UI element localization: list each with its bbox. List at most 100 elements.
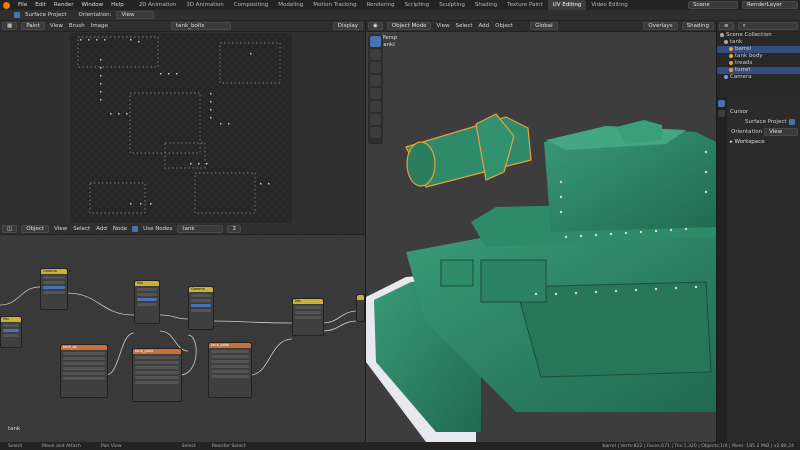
outliner-item-tank[interactable]: tank — [717, 39, 800, 46]
menu-node[interactable]: Node — [110, 226, 130, 232]
node-tree-type-dropdown[interactable]: Object — [21, 225, 50, 233]
outliner-item-scene-collection[interactable]: Scene Collection — [717, 32, 800, 39]
properties-orientation-label: Orientation — [731, 129, 763, 135]
outliner-item-barrel[interactable]: barrel — [717, 46, 800, 53]
tab-scripting[interactable]: Scripting — [400, 0, 434, 10]
render-tab-icon[interactable] — [718, 110, 725, 117]
status-bar: Select Move and Attach Pan View Select R… — [0, 442, 800, 450]
transform-icon[interactable] — [370, 101, 381, 112]
orientation-dropdown[interactable]: View — [116, 11, 155, 19]
outliner[interactable]: ≡ ⌕ Scene Collection tank barrel tank bo… — [717, 21, 800, 97]
node-image-texture-bolts[interactable]: tank_bolts — [208, 342, 252, 398]
menu-help[interactable]: Help — [107, 2, 128, 8]
outliner-header: ≡ ⌕ — [717, 21, 800, 32]
tab-modeling[interactable]: Modeling — [273, 0, 308, 10]
tab-uv-editing[interactable]: UV Editing — [547, 0, 587, 10]
menu-view[interactable]: View — [51, 226, 70, 232]
top-menu-bar: File Edit Render Window Help 2D Animatio… — [0, 0, 800, 10]
node-multiply[interactable]: Mix — [134, 280, 160, 324]
menu-select[interactable]: Select — [70, 226, 93, 232]
annotate-icon[interactable] — [370, 114, 381, 125]
menu-brush[interactable]: Brush — [66, 23, 88, 29]
outliner-item-camera[interactable]: Camera — [717, 74, 800, 81]
workspace-panel-header[interactable]: ▸ Workspace — [730, 139, 765, 145]
menu-file[interactable]: File — [14, 2, 31, 8]
menu-object[interactable]: Object — [492, 23, 516, 29]
node-tree-name-label: tank — [8, 426, 21, 432]
display-dropdown[interactable]: Display — [332, 22, 363, 30]
viewport-type-icon[interactable]: ◉ — [368, 22, 383, 30]
overlays-dropdown[interactable]: Overlays — [643, 22, 678, 30]
outliner-item-treads[interactable]: treads — [717, 60, 800, 67]
tab-2d-animation[interactable]: 2D Animation — [134, 0, 182, 10]
tool-tab-icon[interactable] — [718, 100, 725, 107]
tab-video-editing[interactable]: Video Editing — [586, 0, 632, 10]
image-editor[interactable]: ▦ Paint View Brush Image tank_bolts Disp… — [0, 21, 365, 224]
node-image-texture-paint[interactable]: tank_paint — [132, 348, 182, 402]
status-select-hint: Select — [8, 443, 23, 449]
surface-project-checkbox[interactable] — [14, 12, 20, 18]
use-nodes-checkbox[interactable] — [132, 226, 139, 232]
view-layer-selector[interactable]: RenderLayer — [742, 1, 798, 9]
area-divider-right[interactable] — [716, 21, 717, 442]
move-icon[interactable] — [370, 62, 381, 73]
measure-icon[interactable] — [370, 127, 381, 138]
node-mix-left[interactable]: Mix — [0, 316, 22, 348]
use-nodes-label: Use Nodes — [143, 226, 173, 232]
shading-dropdown[interactable]: Shading — [681, 22, 714, 30]
properties-editor[interactable]: Cursor Surface Project Orientation View … — [717, 97, 800, 442]
cursor-icon[interactable] — [370, 49, 381, 60]
select-box-icon[interactable] — [370, 36, 381, 47]
properties-surface-project-checkbox[interactable] — [788, 119, 795, 125]
menu-render[interactable]: Render — [50, 2, 78, 8]
node-mix-final[interactable]: Mix — [292, 298, 324, 336]
side-box-right — [480, 259, 547, 303]
properties-tabs — [717, 97, 727, 442]
blender-logo-icon[interactable] — [3, 1, 10, 9]
tank-model-render — [366, 113, 716, 442]
tab-texture-paint[interactable]: Texture Paint — [502, 0, 548, 10]
scale-icon[interactable] — [370, 88, 381, 99]
menu-edit[interactable]: Edit — [31, 2, 50, 8]
rotate-icon[interactable] — [370, 75, 381, 86]
menu-image[interactable]: Image — [88, 23, 111, 29]
properties-orientation-row: Orientation View — [731, 128, 800, 136]
tab-3d-animation[interactable]: 3D Animation — [181, 0, 229, 10]
tab-motion-tracking[interactable]: Motion Tracking — [308, 0, 361, 10]
tab-compositing[interactable]: Compositing — [229, 0, 273, 10]
node-gamma-2[interactable]: Gamma — [188, 286, 214, 330]
tab-sculpting[interactable]: Sculpting — [434, 0, 470, 10]
node-output-partial[interactable] — [356, 294, 365, 322]
material-selector[interactable]: tank — [177, 225, 224, 233]
properties-title: Cursor — [730, 109, 749, 115]
tab-rendering[interactable]: Rendering — [362, 0, 400, 10]
menu-select[interactable]: Select — [453, 23, 476, 29]
image-mode-dropdown[interactable]: Paint — [21, 22, 45, 30]
properties-orientation-dropdown[interactable]: View — [764, 128, 799, 136]
node-image-texture-ao[interactable]: tank_ao — [60, 344, 108, 398]
3d-viewport[interactable]: ◉ Object Mode View Select Add Object Glo… — [366, 21, 716, 442]
node-editor-type-icon[interactable]: ◫ — [2, 225, 18, 233]
transform-orientation-dropdown[interactable]: Global — [530, 22, 558, 30]
object-mode-dropdown[interactable]: Object Mode — [386, 22, 432, 30]
menu-add[interactable]: Add — [93, 226, 110, 232]
outliner-search-input[interactable]: ⌕ — [737, 22, 798, 30]
area-divider-vertical[interactable] — [365, 21, 366, 442]
menu-view[interactable]: View — [47, 23, 66, 29]
node-gamma[interactable]: Gamma — [40, 268, 68, 310]
outliner-item-turret[interactable]: turret — [717, 67, 800, 74]
material-users-count[interactable]: 3 — [227, 225, 241, 233]
tab-shading[interactable]: Shading — [470, 0, 502, 10]
outliner-type-icon[interactable]: ≡ — [719, 22, 734, 30]
scene-selector[interactable]: Scene — [688, 1, 738, 9]
menu-add[interactable]: Add — [476, 23, 493, 29]
bolts-texture-preview — [77, 36, 281, 214]
image-editor-type-icon[interactable]: ▦ — [2, 22, 18, 30]
outliner-item-tank-body[interactable]: tank body — [717, 53, 800, 60]
uv-texture-canvas[interactable] — [70, 33, 292, 223]
menu-view[interactable]: View — [433, 23, 452, 29]
viewport-toolbar — [368, 34, 383, 144]
image-name-field[interactable]: tank_bolts — [171, 22, 231, 30]
menu-window[interactable]: Window — [77, 2, 107, 8]
shader-node-editor[interactable]: ◫ Object View Select Add Node Use Nodes … — [0, 224, 365, 442]
